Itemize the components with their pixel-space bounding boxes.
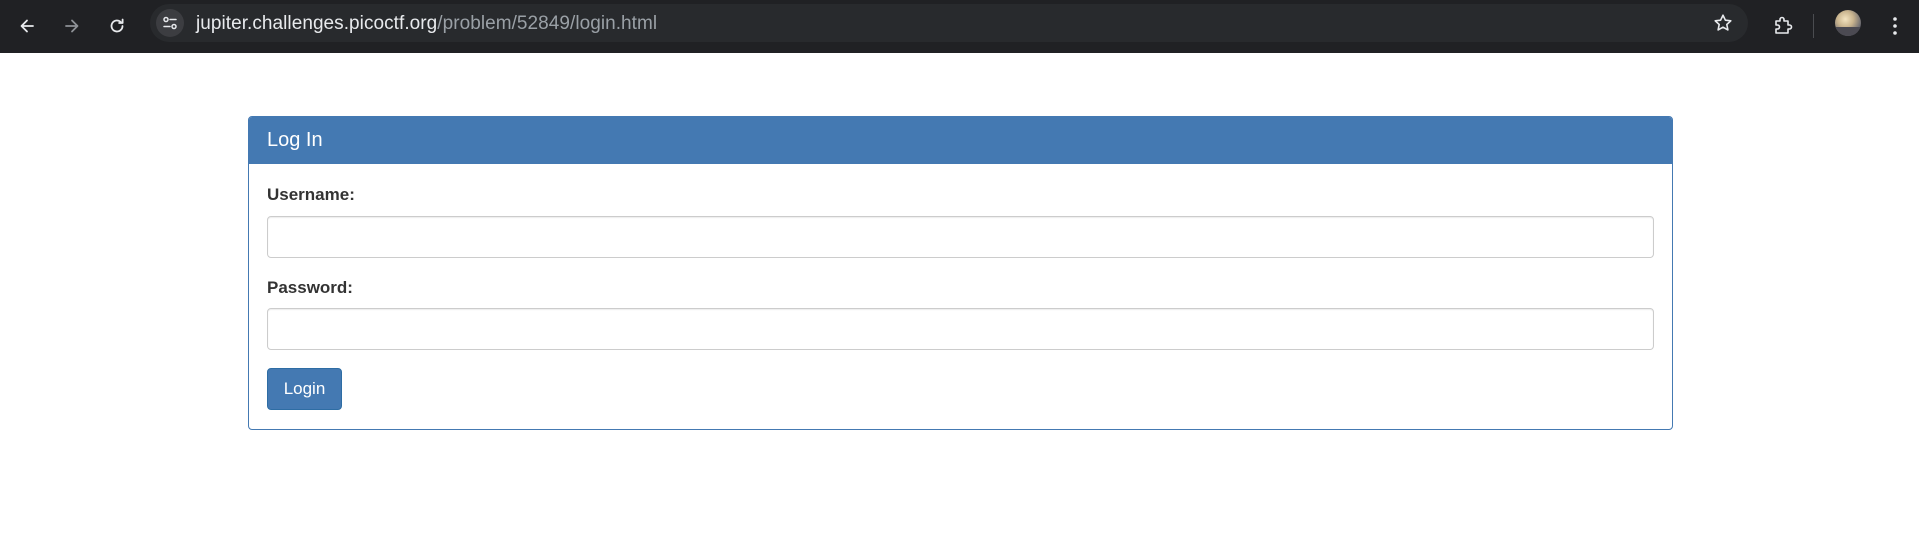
browser-menu-button[interactable] — [1880, 9, 1910, 43]
url-text[interactable]: jupiter.challenges.picoctf.org/problem/5… — [196, 14, 657, 33]
url-host: jupiter.challenges.picoctf.org — [196, 13, 438, 34]
back-button[interactable] — [10, 9, 44, 43]
browser-toolbar: jupiter.challenges.picoctf.org/problem/5… — [0, 0, 1919, 53]
tune-icon — [163, 16, 177, 30]
forward-button[interactable] — [55, 9, 89, 43]
avatar[interactable] — [1835, 10, 1861, 36]
reload-button[interactable] — [100, 9, 134, 43]
extensions-button[interactable] — [1766, 9, 1800, 43]
reload-icon — [110, 18, 124, 33]
forward-arrow-icon — [65, 19, 79, 33]
toolbar-divider — [1813, 14, 1814, 38]
panel-title: Log In — [249, 117, 1672, 164]
star-icon — [1714, 14, 1732, 31]
address-bar[interactable]: jupiter.challenges.picoctf.org/problem/5… — [150, 4, 1748, 42]
kebab-menu-icon — [1893, 17, 1897, 35]
password-input[interactable] — [267, 308, 1654, 350]
url-path: /problem/52849/login.html — [437, 13, 658, 34]
login-panel: Log In Username: Password: Login — [248, 116, 1673, 430]
username-label: Username: — [267, 185, 355, 204]
back-arrow-icon — [20, 19, 34, 33]
password-label: Password: — [267, 278, 353, 297]
login-button[interactable]: Login — [267, 368, 342, 410]
puzzle-icon — [1775, 16, 1793, 34]
site-info-button[interactable] — [156, 9, 184, 37]
username-input[interactable] — [267, 216, 1654, 258]
bookmark-button[interactable] — [1712, 12, 1734, 34]
